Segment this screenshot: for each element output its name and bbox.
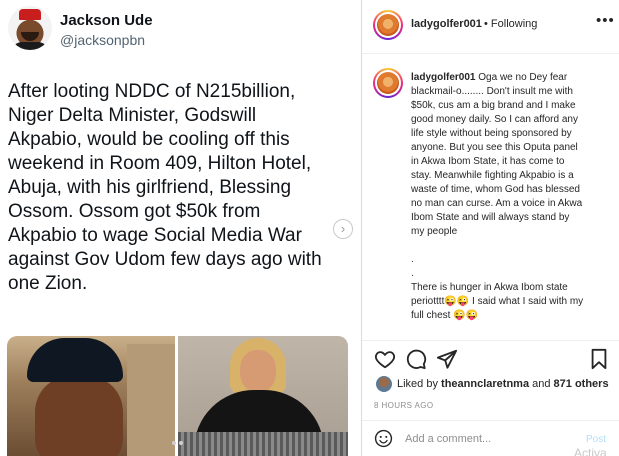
comment-divider xyxy=(362,420,619,421)
tweet-panel: Jackson Ude @jacksonpbn After looting ND… xyxy=(0,0,361,456)
more-options-icon[interactable]: ••• xyxy=(596,12,615,29)
liker-username[interactable]: theannclaretnma xyxy=(441,378,529,390)
likes-summary: Liked by theannclaretnma and 871 others xyxy=(397,378,609,390)
tweet-author-avatar[interactable] xyxy=(8,6,52,50)
caption-line: stay. Meanwhile fighting Akpabio is a xyxy=(411,170,574,181)
caption-line: in Akwa Ibom State, it has come to xyxy=(411,156,565,167)
caption-line: blackmail-o........ Don't insult me with xyxy=(411,86,573,97)
poster-avatar[interactable] xyxy=(373,10,403,40)
caption-line: Ibom State and will always stand by xyxy=(411,212,570,223)
tweet-photo-woman[interactable] xyxy=(178,336,348,456)
likes-count[interactable]: 871 others xyxy=(554,378,609,390)
tweet-line: Akpabio to wage Social Media War xyxy=(8,225,302,246)
caption-line: periotttt😜😜 I said what I said with my xyxy=(411,296,584,307)
tweet-line: After looting NDDC of N215billion, xyxy=(8,81,296,102)
tweet-author-name[interactable]: Jackson Ude xyxy=(60,12,153,29)
tweet-line: weekend in Room 409, Hilton Hotel, xyxy=(8,153,312,174)
caption-line: waste of time, whom God has blessed xyxy=(411,184,580,195)
caption-dot: . xyxy=(411,268,414,279)
tweet-text: After looting NDDC of N215billion, Niger… xyxy=(8,80,350,296)
carousel-dot xyxy=(179,441,183,445)
tweet-line: Akpabio, would be cooling off this xyxy=(8,129,290,150)
poster-username[interactable]: ladygolfer001 xyxy=(411,18,482,30)
tweet-line: one Zion. xyxy=(8,273,88,294)
caption-username[interactable]: ladygolfer001 xyxy=(411,72,475,83)
tweet-line: Niger Delta Minister, Godswill xyxy=(8,105,257,126)
post-button[interactable]: Post xyxy=(586,434,606,445)
actions-divider xyxy=(362,340,619,341)
tweet-line: against Gov Udom few days ago with xyxy=(8,249,322,270)
tweet-line: Ossom. Ossom got $50k from xyxy=(8,201,261,222)
following-status[interactable]: • Following xyxy=(484,18,537,30)
post-caption: ladygolfer001 Oga we no Dey fear blackma… xyxy=(411,71,611,323)
post-timestamp[interactable]: 8 HOURS AGO xyxy=(374,401,434,410)
caption-avatar[interactable] xyxy=(373,68,403,98)
bookmark-icon[interactable] xyxy=(589,348,609,370)
tweet-photo-man[interactable] xyxy=(7,336,175,456)
caption-line: $50k, cus am a big brand and I make xyxy=(411,100,576,111)
caption-line: no man can curse. Am a voice in Akwa xyxy=(411,198,583,209)
tweet-line: Abuja, with his girlfriend, Blessing xyxy=(8,177,292,198)
instagram-panel: ladygolfer001 • Following ••• ladygolfer… xyxy=(362,0,619,456)
caption-line: Oga we no Dey fear xyxy=(478,72,568,83)
caption-line: anyone. But you see this Oputa panel xyxy=(411,142,578,153)
carousel-dot xyxy=(172,441,176,445)
caption-line: life style without being sponsored by xyxy=(411,128,572,139)
caption-line: my people xyxy=(411,226,458,237)
emoji-icon[interactable] xyxy=(374,429,393,448)
activation-watermark: Activa xyxy=(574,446,607,456)
share-icon[interactable] xyxy=(436,348,458,370)
caption-line: full chest 😜😜 xyxy=(411,310,479,321)
caption-dot: . xyxy=(411,254,414,265)
carousel-next-button[interactable]: › xyxy=(333,219,353,239)
likes-prefix: Liked by xyxy=(397,378,442,390)
header-divider xyxy=(362,53,619,54)
likes-and: and xyxy=(529,378,554,390)
liker-avatar[interactable] xyxy=(376,376,392,392)
caption-line: There is hunger in Akwa Ibom state xyxy=(411,282,568,293)
heart-icon[interactable] xyxy=(374,348,396,370)
comment-input[interactable]: Add a comment... xyxy=(405,433,491,445)
comment-icon[interactable] xyxy=(405,348,427,370)
tweet-author-handle[interactable]: @jacksonpbn xyxy=(60,32,145,48)
caption-line: good money daily. So I can afford any xyxy=(411,114,578,125)
